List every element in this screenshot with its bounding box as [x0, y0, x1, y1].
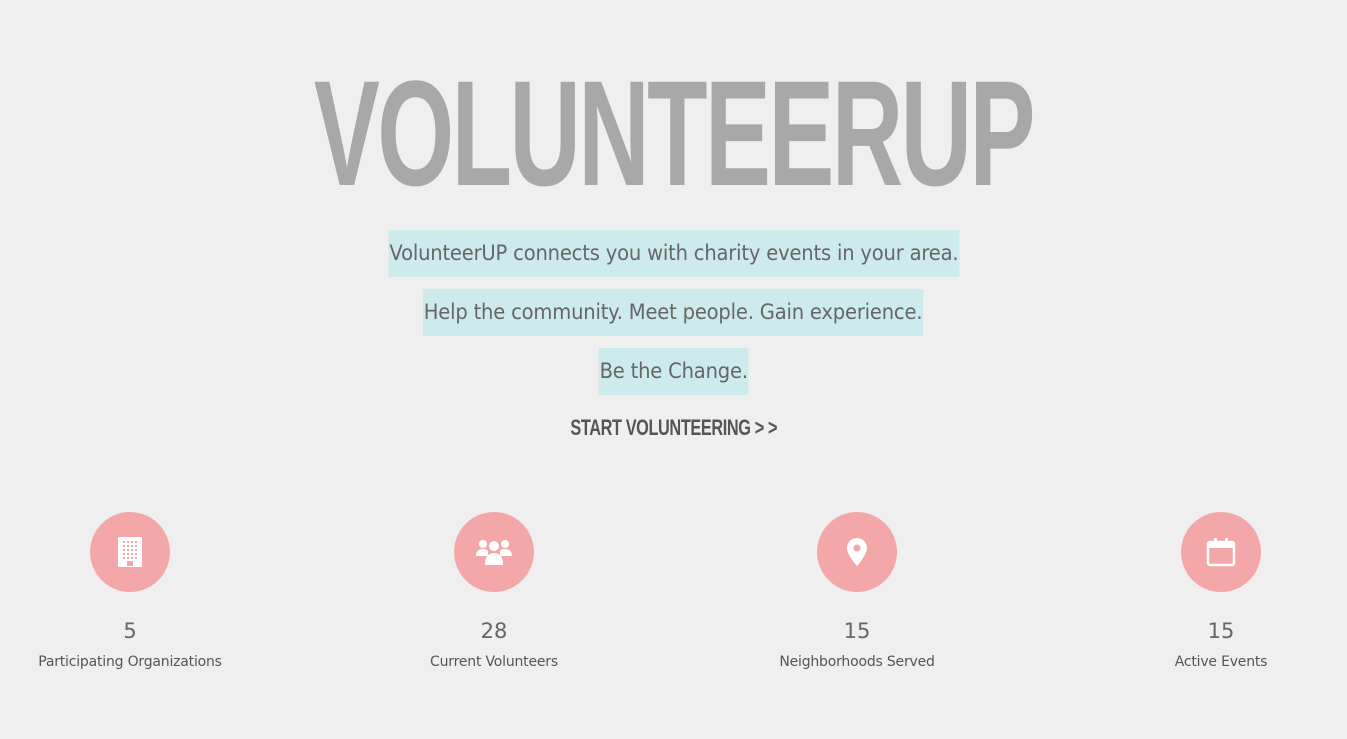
stat-label: Active Events — [1174, 654, 1268, 670]
map-pin-icon — [847, 538, 867, 566]
stat-label: Participating Organizations — [38, 654, 222, 670]
tagline-3: Be the Change. — [0, 348, 1347, 395]
stat-neighborhoods: 15 Neighborhoods Served — [737, 512, 977, 671]
site-logo: VOLUNTEERUP — [313, 49, 1036, 217]
stat-volunteers: 28 Current Volunteers — [374, 512, 614, 671]
stat-label: Neighborhoods Served — [779, 654, 935, 670]
start-volunteering-link[interactable]: START VOLUNTEERING > > — [0, 415, 1347, 441]
tagline-text: Be the Change. — [598, 348, 749, 395]
stat-events: 15 Active Events — [1101, 512, 1341, 671]
tagline-text: VolunteerUP connects you with charity ev… — [388, 230, 959, 277]
stat-value: 28 — [480, 619, 508, 643]
tagline-text: Help the community. Meet people. Gain ex… — [423, 289, 924, 336]
stat-organizations: 5 Participating Organizations — [10, 512, 250, 671]
stat-icon-circle — [454, 512, 534, 592]
tagline-1: VolunteerUP connects you with charity ev… — [0, 230, 1347, 277]
stat-value: 15 — [1207, 619, 1235, 643]
stat-icon-circle — [1181, 512, 1261, 592]
building-icon — [118, 537, 142, 567]
calendar-icon — [1206, 538, 1236, 567]
tagline-2: Help the community. Meet people. Gain ex… — [0, 289, 1347, 336]
stat-label: Current Volunteers — [430, 654, 558, 670]
stat-value: 5 — [123, 619, 137, 643]
stat-icon-circle — [90, 512, 170, 592]
people-icon — [476, 540, 512, 565]
stat-value: 15 — [843, 619, 871, 643]
stat-icon-circle — [817, 512, 897, 592]
start-volunteering-label[interactable]: START VOLUNTEERING > > — [570, 415, 777, 441]
stats-section: 5 Participating Organizations 28 Current… — [0, 512, 1347, 692]
